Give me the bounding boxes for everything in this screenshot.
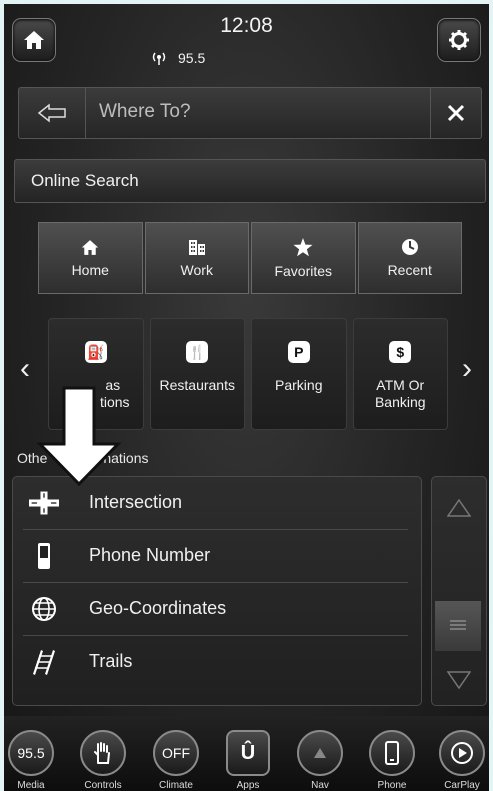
favorites-label: Favorites (274, 262, 333, 279)
intersection-label: Intersection (89, 492, 183, 512)
atm-banking-label: ATM Or Banking (374, 377, 426, 410)
back-arrow-icon (37, 103, 66, 123)
atm-banking-button[interactable]: $ ATM Or Banking (352, 318, 448, 430)
hand-icon (80, 730, 126, 776)
online-search-label: Online Search (31, 171, 139, 190)
search-input[interactable]: Where To? (99, 101, 191, 123)
dock-carplay-button[interactable]: CarPlay (432, 730, 489, 791)
home-label: Home (71, 261, 109, 278)
settings-button[interactable] (437, 18, 481, 62)
favorites-button[interactable]: Favorites (251, 222, 356, 294)
trails-label: Trails (89, 651, 133, 671)
radio-status: 95.5 (150, 50, 205, 66)
callout-arrow-icon (36, 386, 122, 486)
chevron-left-icon[interactable]: ‹ (20, 352, 30, 386)
list-item-trails[interactable]: Trails (23, 636, 408, 688)
dock-carplay-label: CarPlay (444, 780, 480, 791)
phone-icon (369, 730, 415, 776)
home-destination-button[interactable]: Home (38, 222, 143, 294)
nav-icon (297, 730, 343, 776)
list-item-phone-number[interactable]: Phone Number (23, 530, 408, 583)
dock-nav-label: Nav (311, 780, 329, 791)
intersection-icon (29, 489, 59, 517)
clear-button[interactable] (430, 88, 481, 138)
gas-icon: ⛽ (84, 341, 107, 363)
trails-icon (29, 648, 59, 676)
list-item-geo-coordinates[interactable]: Geo-Coordinates (23, 583, 408, 636)
recent-label: Recent (387, 262, 432, 278)
quick-destinations: Home Work Favorites Recent (38, 222, 462, 294)
chevron-right-icon[interactable]: › (462, 352, 472, 386)
gear-icon (449, 30, 469, 50)
geo-coordinates-label: Geo-Coordinates (89, 598, 227, 618)
apps-icon: Û (226, 730, 270, 776)
dock-media-button[interactable]: 95.5 Media (4, 730, 61, 791)
work-destination-button[interactable]: Work (144, 222, 249, 294)
list-scrollbar[interactable] (431, 476, 487, 706)
climate-badge: OFF (153, 730, 199, 776)
clock-icon (401, 239, 418, 255)
building-icon (188, 240, 205, 255)
restaurants-button[interactable]: 🍴 Restaurants (149, 318, 245, 430)
clock: 12:08 (220, 14, 273, 37)
parking-button[interactable]: P Parking (251, 318, 347, 430)
dock-climate-button[interactable]: OFF Climate (146, 730, 206, 791)
dock-media-label: Media (17, 780, 45, 791)
phone-icon (29, 542, 59, 570)
antenna-icon (152, 52, 166, 65)
star-icon (293, 237, 313, 256)
dock-phone-button[interactable]: Phone (362, 730, 422, 791)
scroll-up-icon[interactable] (447, 499, 471, 517)
search-bar: Where To? (18, 87, 482, 139)
dock-controls-button[interactable]: Controls (73, 730, 133, 791)
dock-nav-button[interactable]: Nav (290, 730, 350, 791)
phone-number-label: Phone Number (89, 545, 211, 565)
atm-icon: $ (389, 341, 412, 363)
recent-button[interactable]: Recent (357, 222, 462, 294)
scroll-thumb[interactable] (435, 601, 481, 651)
other-destinations-list: Intersection Phone Number Geo-Coordinate… (12, 476, 422, 706)
back-button[interactable] (19, 88, 86, 138)
work-label: Work (180, 262, 213, 278)
nav-screen: 12:08 95.5 Where To? Online Search Home … (4, 4, 489, 791)
dock-controls-label: Controls (84, 780, 122, 791)
media-badge: 95.5 (8, 730, 54, 776)
dock-climate-label: Climate (159, 780, 193, 791)
carplay-icon (439, 730, 485, 776)
globe-icon (29, 595, 59, 623)
dock-apps-label: Apps (236, 780, 260, 791)
apps-badge: Û (240, 741, 256, 764)
parking-label: Parking (275, 377, 323, 393)
restaurants-label: Restaurants (159, 377, 235, 393)
dock-apps-button[interactable]: Û Apps (218, 730, 278, 791)
close-icon (447, 104, 465, 122)
radio-frequency: 95.5 (178, 50, 206, 66)
scroll-down-icon[interactable] (447, 671, 471, 689)
online-search-button[interactable]: Online Search (14, 159, 486, 203)
bottom-dock: 95.5 Media Controls OFF Climate Û Apps N… (4, 716, 489, 791)
grip-icon (450, 620, 466, 630)
parking-icon: P (287, 341, 310, 363)
restaurant-icon: 🍴 (186, 341, 209, 363)
dock-phone-label: Phone (377, 780, 407, 791)
home-icon (82, 239, 99, 255)
